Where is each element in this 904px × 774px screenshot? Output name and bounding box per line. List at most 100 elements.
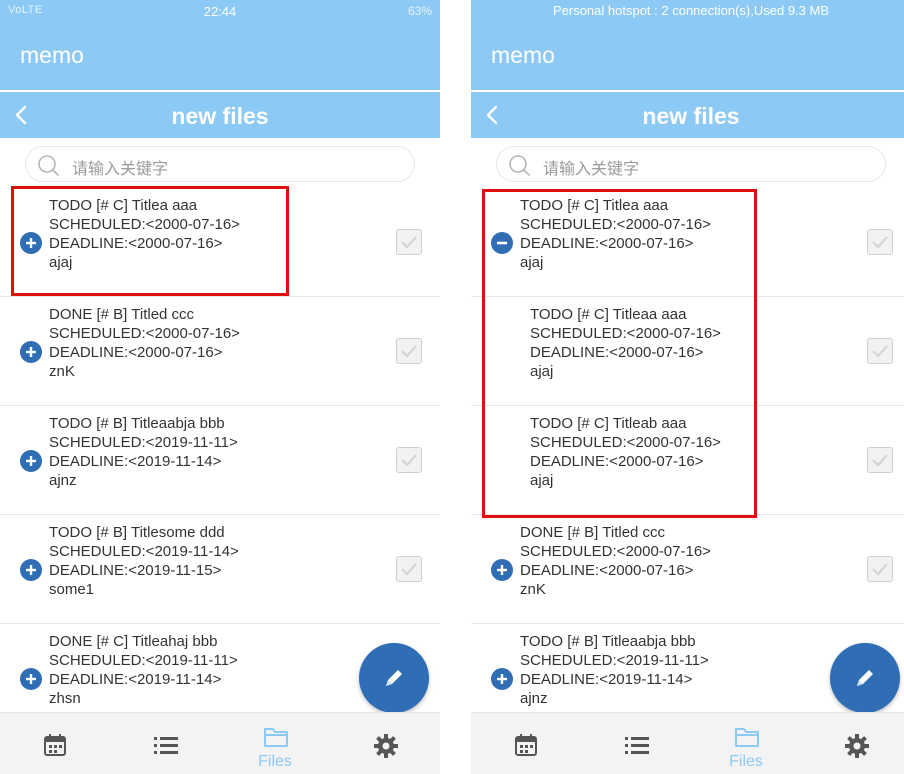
item-deadline: DEADLINE:<2000-07-16>: [530, 344, 704, 361]
item-text: TODO [# B] Titleaabja bbb SCHEDULED:<2019…: [49, 414, 238, 490]
item-title: DONE [# B] Titled ccc: [520, 524, 666, 541]
file-list: TODO [# C] Titlea aaa SCHEDULED:<2000-07-…: [471, 188, 904, 710]
item-text: TODO [# B] Titleaabja bbb SCHEDULED:<2019…: [520, 632, 709, 708]
gear-icon: [845, 734, 869, 758]
item-scheduled: SCHEDULED:<2000-07-16>: [520, 216, 711, 233]
child-list-item[interactable]: TODO [# C] Titleaa aaa SCHEDULED:<2000-07…: [471, 297, 904, 406]
checkbox-icon[interactable]: [867, 556, 893, 582]
search-placeholder: 请输入关键字: [72, 161, 169, 178]
item-title: TODO [# C] Titlea aaa: [520, 197, 669, 214]
item-deadline: DEADLINE:<2000-07-16>: [520, 562, 694, 579]
list-item[interactable]: TODO [# B] Titlesome ddd SCHEDULED:<2019-…: [0, 515, 440, 624]
list-icon: [154, 737, 178, 754]
item-note: ajaj: [530, 363, 554, 380]
search-placeholder: 请输入关键字: [543, 161, 640, 178]
child-list-item[interactable]: TODO [# C] Titleab aaa SCHEDULED:<2000-07…: [471, 406, 904, 515]
gear-icon: [374, 734, 398, 758]
item-text: TODO [# C] Titleab aaa SCHEDULED:<2000-07…: [530, 414, 721, 490]
checkbox-icon[interactable]: [867, 338, 893, 364]
checkbox-icon[interactable]: [867, 229, 893, 255]
item-text: TODO [# B] Titlesome ddd SCHEDULED:<2019-…: [49, 523, 239, 599]
list-item[interactable]: DONE [# B] Titled ccc SCHEDULED:<2000-07-…: [0, 297, 440, 406]
clock: 22:44: [203, 4, 237, 19]
page-title: new files: [171, 103, 269, 129]
bottom-nav: Files: [0, 712, 440, 774]
expand-plus-icon[interactable]: [490, 667, 514, 691]
checkbox-icon[interactable]: [396, 338, 422, 364]
app-bar: memo: [471, 22, 904, 90]
item-deadline: DEADLINE:<2000-07-16>: [530, 453, 704, 470]
list-item[interactable]: TODO [# C] Titlea aaa SCHEDULED:<2000-07-…: [0, 188, 440, 297]
item-title: DONE [# B] Titled ccc: [49, 306, 195, 323]
status-bar: VoLTE 22:44 63%: [0, 0, 440, 22]
item-title: TODO [# B] Titlesome ddd: [49, 524, 225, 541]
expand-plus-icon[interactable]: [19, 449, 43, 473]
search-input[interactable]: 请输入关键字: [496, 146, 886, 182]
search-icon: [36, 153, 60, 177]
edit-fab-button[interactable]: [359, 643, 429, 713]
file-list: TODO [# C] Titlea aaa SCHEDULED:<2000-07-…: [0, 188, 440, 710]
app-bar: memo: [0, 22, 440, 90]
item-text: TODO [# C] Titlea aaa SCHEDULED:<2000-07-…: [520, 196, 711, 272]
expand-plus-icon[interactable]: [19, 231, 43, 255]
calendar-icon: [44, 734, 66, 756]
item-note: znK: [49, 363, 75, 380]
item-scheduled: SCHEDULED:<2000-07-16>: [530, 325, 721, 342]
item-deadline: DEADLINE:<2000-07-16>: [49, 344, 223, 361]
edit-fab-button[interactable]: [830, 643, 900, 713]
checkbox-icon[interactable]: [396, 229, 422, 255]
nav-list[interactable]: [110, 713, 220, 774]
item-title: TODO [# C] Titlea aaa: [49, 197, 198, 214]
nav-list[interactable]: [581, 713, 691, 774]
nav-files[interactable]: Files: [220, 713, 330, 774]
folder-icon: [264, 728, 288, 747]
item-text: DONE [# B] Titled ccc SCHEDULED:<2000-07-…: [49, 305, 240, 381]
item-note: ajnz: [49, 472, 77, 489]
item-title: DONE [# C] Titleahaj bbb: [49, 633, 218, 650]
edit-pencil-icon: [857, 670, 873, 686]
item-deadline: DEADLINE:<2019-11-14>: [49, 671, 222, 688]
edit-pencil-icon: [386, 670, 402, 686]
sub-header: new files: [0, 92, 440, 138]
search-input[interactable]: 请输入关键字: [25, 146, 415, 182]
expand-plus-icon[interactable]: [19, 340, 43, 364]
item-deadline: DEADLINE:<2019-11-14>: [520, 671, 693, 688]
collapse-minus-icon[interactable]: [490, 231, 514, 255]
item-text: DONE [# C] Titleahaj bbb SCHEDULED:<2019-…: [49, 632, 238, 708]
expand-plus-icon[interactable]: [19, 667, 43, 691]
nav-settings[interactable]: [801, 713, 904, 774]
item-title: TODO [# C] Titleaa aaa: [530, 306, 687, 323]
list-item[interactable]: TODO [# B] Titleaabja bbb SCHEDULED:<2019…: [0, 406, 440, 515]
search-icon: [507, 153, 531, 177]
item-text: DONE [# B] Titled ccc SCHEDULED:<2000-07-…: [520, 523, 711, 599]
item-note: ajaj: [49, 254, 73, 271]
item-scheduled: SCHEDULED:<2019-11-14>: [49, 543, 239, 560]
left-screen: VoLTE 22:44 63% memo new files 请输入关键字 TO…: [0, 0, 440, 774]
checkbox-icon[interactable]: [396, 556, 422, 582]
nav-calendar[interactable]: [471, 713, 581, 774]
nav-files[interactable]: Files: [691, 713, 801, 774]
nav-calendar[interactable]: [0, 713, 110, 774]
nav-files-label: Files: [729, 753, 763, 770]
item-deadline: DEADLINE:<2000-07-16>: [520, 235, 694, 252]
item-deadline: DEADLINE:<2019-11-14>: [49, 453, 222, 470]
battery-level: 63%: [407, 4, 432, 18]
list-item[interactable]: DONE [# B] Titled ccc SCHEDULED:<2000-07-…: [471, 515, 904, 624]
expand-plus-icon[interactable]: [19, 558, 43, 582]
item-scheduled: SCHEDULED:<2000-07-16>: [49, 216, 240, 233]
item-scheduled: SCHEDULED:<2000-07-16>: [49, 325, 240, 342]
checkbox-icon[interactable]: [867, 447, 893, 473]
item-note: ajaj: [520, 254, 544, 271]
app-title: memo: [491, 42, 555, 68]
item-scheduled: SCHEDULED:<2000-07-16>: [520, 543, 711, 560]
list-item[interactable]: TODO [# C] Titlea aaa SCHEDULED:<2000-07-…: [471, 188, 904, 297]
checkbox-icon[interactable]: [396, 447, 422, 473]
item-scheduled: SCHEDULED:<2019-11-11>: [49, 434, 238, 451]
nav-settings[interactable]: [330, 713, 440, 774]
list-icon: [625, 737, 649, 754]
item-scheduled: SCHEDULED:<2000-07-16>: [530, 434, 721, 451]
status-bar: Personal hotspot : 2 connection(s),Used …: [471, 0, 904, 22]
calendar-icon: [515, 734, 537, 756]
expand-plus-icon[interactable]: [490, 558, 514, 582]
sub-header: new files: [471, 92, 904, 138]
